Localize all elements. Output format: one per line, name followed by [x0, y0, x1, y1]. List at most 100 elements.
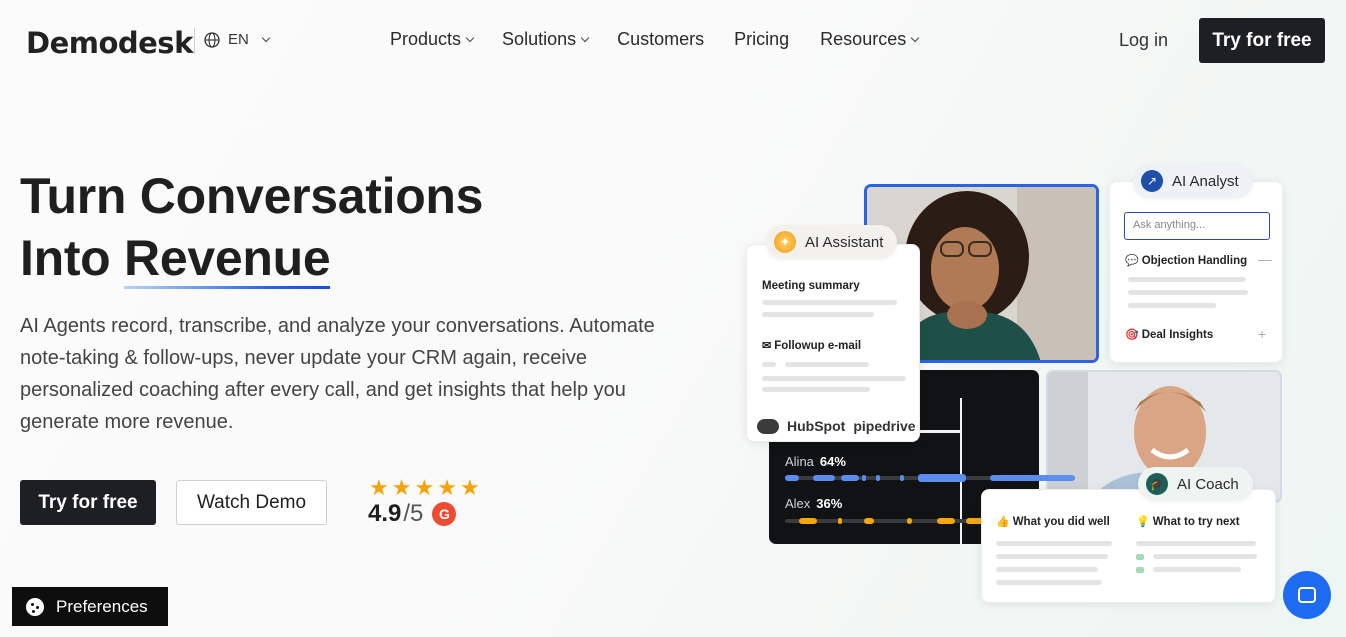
ai-coach-badge: 🎓 AI Coach	[1138, 467, 1253, 501]
expand-icon[interactable]: +	[1258, 326, 1266, 342]
segment	[900, 475, 904, 481]
star-icon: ★	[414, 475, 435, 500]
menu-item-solutions[interactable]: Solutions	[502, 29, 590, 50]
language-selector[interactable]: EN	[204, 31, 271, 48]
placeholder-line	[1128, 290, 1248, 295]
menu-label: Resources	[820, 29, 907, 49]
ai-assistant-badge: ✦ AI Assistant	[766, 225, 898, 259]
language-label: EN	[228, 31, 249, 48]
main-menu: Products Solutions Customers Pricing Res…	[390, 29, 920, 50]
ai-coach-label: AI Coach	[1177, 475, 1239, 493]
placeholder-line	[996, 567, 1098, 572]
speech-bubble-icon: 💬	[1125, 255, 1139, 267]
menu-label: Customers	[617, 29, 705, 49]
target-icon: 🎯	[1125, 329, 1139, 341]
preferences-label: Preferences	[56, 596, 148, 616]
star-icon: ★	[437, 475, 457, 500]
segment	[918, 474, 966, 482]
chevron-down-icon	[261, 33, 271, 42]
deal-insights-label[interactable]: 🎯 Deal Insights	[1125, 328, 1213, 341]
menu-label: Solutions	[502, 29, 577, 49]
try-free-button[interactable]: Try for free	[20, 480, 156, 525]
ai-analyst-badge: ↗ AI Analyst	[1133, 164, 1253, 198]
rating-stars: ★ ★ ★ ★ ★	[369, 477, 480, 499]
crm-logos: HubSpot pipedrive	[757, 418, 916, 434]
placeholder-line	[762, 362, 776, 367]
hero-title: Turn Conversations Into Revenue	[20, 165, 483, 289]
g2-icon[interactable]: G	[432, 502, 457, 526]
segment	[862, 475, 866, 481]
graduation-cap-icon: 🎓	[1146, 473, 1168, 495]
placeholder-line	[996, 541, 1112, 546]
star-icon: ★	[391, 475, 412, 500]
hero-title-line2: Into Revenue	[20, 227, 483, 289]
hero-title-highlight: Revenue	[124, 227, 331, 289]
segment	[907, 518, 912, 524]
hero-title-prefix: Into	[20, 230, 125, 286]
hubspot-logo: HubSpot	[787, 418, 846, 434]
ai-analyst-label: AI Analyst	[1172, 172, 1239, 190]
placeholder-line	[762, 312, 874, 317]
watch-demo-button[interactable]: Watch Demo	[176, 480, 327, 525]
green-tag	[1136, 554, 1144, 560]
what-to-try-next-label: 💡 What to try next	[1136, 516, 1240, 528]
login-link[interactable]: Log in	[1119, 30, 1168, 51]
top-navigation: Demodesk EN Products Solutions Customers…	[0, 0, 1346, 82]
menu-item-resources[interactable]: Resources	[820, 29, 920, 50]
placeholder-line	[1153, 554, 1257, 559]
speaker-alex: Alex 36%	[785, 496, 843, 511]
segment	[813, 475, 835, 481]
nav-try-free-button[interactable]: Try for free	[1199, 18, 1325, 63]
placeholder-line	[785, 362, 869, 367]
hero-title-line1: Turn Conversations	[20, 168, 484, 224]
placeholder-line	[996, 554, 1108, 559]
segment	[799, 518, 817, 524]
segment	[785, 475, 799, 481]
placeholder-line	[1128, 277, 1246, 282]
followup-email-label: ✉ Followup e-mail	[762, 340, 862, 352]
globe-icon	[204, 31, 220, 48]
placeholder-line	[996, 580, 1102, 585]
star-icon: ★	[369, 475, 389, 500]
chat-launcher-button[interactable]	[1283, 571, 1331, 619]
placeholder-line	[1153, 567, 1241, 572]
segment	[876, 475, 880, 481]
placeholder-line	[762, 300, 897, 305]
chevron-down-icon	[580, 33, 590, 42]
chevron-down-icon	[465, 33, 475, 42]
placeholder-line	[762, 387, 870, 392]
menu-label: Products	[390, 29, 462, 49]
segment	[838, 518, 842, 524]
ai-assistant-label: AI Assistant	[805, 233, 884, 251]
rating-score: 4.9	[368, 500, 402, 527]
placeholder-line	[762, 376, 906, 381]
trend-up-icon: ↗	[1141, 170, 1163, 192]
speaker-alina: Alina 64%	[785, 454, 846, 469]
meeting-summary-label: Meeting summary	[762, 280, 860, 292]
hero-subtitle: AI Agents record, transcribe, and analyz…	[20, 315, 655, 433]
placeholder-line	[1136, 541, 1256, 546]
green-tag	[1136, 567, 1144, 573]
cookie-icon	[26, 597, 44, 616]
menu-item-pricing[interactable]: Pricing	[734, 29, 789, 50]
chevron-down-icon	[910, 33, 920, 42]
envelope-icon: ✉	[762, 340, 772, 352]
ask-anything-input[interactable]: Ask anything...	[1124, 212, 1270, 240]
menu-item-customers[interactable]: Customers	[617, 29, 704, 50]
segment	[864, 518, 874, 524]
collapse-icon[interactable]: —	[1258, 251, 1272, 267]
rating: 4.9 /5 G	[368, 500, 457, 528]
segment	[841, 475, 859, 481]
cookie-preferences-button[interactable]: Preferences	[12, 587, 168, 626]
ai-coach-card	[981, 489, 1276, 603]
objection-handling-label[interactable]: 💬 Objection Handling	[1125, 254, 1247, 267]
rating-scale: /5	[403, 500, 424, 527]
what-you-did-well-label: 👍 What you did well	[996, 516, 1110, 528]
salesforce-cloud-icon	[757, 418, 779, 434]
demodesk-logo[interactable]: Demodesk	[26, 26, 193, 60]
menu-item-products[interactable]: Products	[390, 29, 475, 50]
pipedrive-logo: pipedrive	[853, 418, 916, 434]
sparkle-icon: ✦	[774, 231, 796, 253]
chat-icon	[1298, 587, 1316, 603]
logo-divider	[194, 28, 195, 54]
